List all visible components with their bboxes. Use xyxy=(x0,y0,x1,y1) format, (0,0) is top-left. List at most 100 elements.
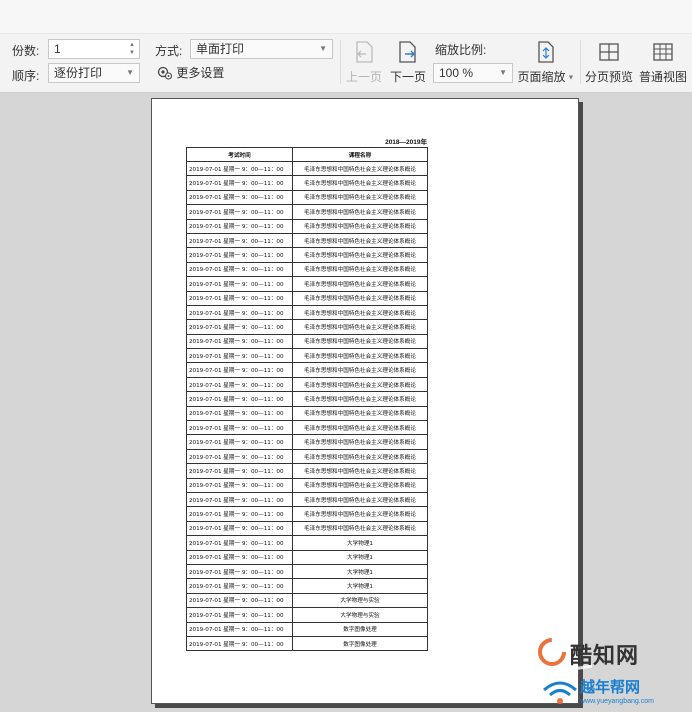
exam-time-cell: 2019-07-01 星期一 9：00—11：00 xyxy=(186,304,293,321)
normal-view-button[interactable]: 普通视图 xyxy=(638,40,688,85)
table-row: 2019-07-01 星期一 9：00—11：00 毛泽东思想和中国特色社会主义理… xyxy=(186,463,428,479)
course-name-cell: 毛泽东思想和中国特色社会主义理论体系概论 xyxy=(292,232,428,249)
mode-value: 单面打印 xyxy=(196,42,245,56)
course-name-cell: 大学物理1 xyxy=(292,578,428,594)
course-name-cell: 毛泽东思想和中国特色社会主义理论体系概论 xyxy=(292,175,428,191)
table-header-row: 考试时间 课程名称 xyxy=(186,147,428,162)
table-row: 2019-07-01 星期一 9：00—11：00 毛泽东思想和中国特色社会主义理… xyxy=(186,362,428,378)
order-value: 逐份打印 xyxy=(54,66,103,80)
title-strip xyxy=(0,0,692,34)
exam-time-cell: 2019-07-01 星期一 9：00—11：00 xyxy=(186,405,293,422)
table-row: 2019-07-01 星期一 9：00—11：00 毛泽东思想和中国特色社会主义理… xyxy=(186,477,428,493)
exam-time-cell: 2019-07-01 星期一 9：00—11：00 xyxy=(186,391,293,407)
exam-time-cell: 2019-07-01 星期一 9：00—11：00 xyxy=(186,204,293,220)
table-row: 2019-07-01 星期一 9：00—11：00 数字图像处理 xyxy=(186,635,428,652)
print-preview-toolbar: 份数: 1 ▲ ▼ 顺序: 逐份打印 ▼ 方式: 单面打印 ▼ 更多设置 上一页 xyxy=(0,0,692,93)
exam-time-cell: 2019-07-01 星期一 9：00—11：00 xyxy=(186,520,293,537)
mode-select[interactable]: 单面打印 ▼ xyxy=(190,39,333,59)
yueyangbang-url-text: www.yueyangbang.com xyxy=(580,698,654,705)
next-page-button[interactable]: 下一页 xyxy=(388,40,428,85)
table-row: 2019-07-01 星期一 9：00—11：00 毛泽东思想和中国特色社会主义理… xyxy=(186,448,428,465)
table-row: 2019-07-01 星期一 9：00—11：00 毛泽东思想和中国特色社会主义理… xyxy=(186,434,428,450)
exam-time-cell: 2019-07-01 星期一 9：00—11：00 xyxy=(186,160,293,177)
exam-time-cell: 2019-07-01 星期一 9：00—11：00 xyxy=(186,621,293,637)
preview-page: 2018—2019年 考试时间 课程名称 2019-07-01 星期一 9：00… xyxy=(151,98,579,704)
exam-time-cell: 2019-07-01 星期一 9：00—11：00 xyxy=(186,319,293,335)
copies-label: 份数: xyxy=(12,44,40,58)
course-name-cell: 毛泽东思想和中国特色社会主义理论体系概论 xyxy=(292,491,428,508)
course-name-cell: 毛泽东思想和中国特色社会主义理论体系概论 xyxy=(292,319,428,335)
table-row: 2019-07-01 星期一 9：00—11：00 毛泽东思想和中国特色社会主义理… xyxy=(186,160,428,177)
prev-page-button[interactable]: 上一页 xyxy=(344,40,384,85)
copies-input[interactable]: 1 ▲ ▼ xyxy=(48,39,140,59)
exam-time-cell: 2019-07-01 星期一 9：00—11：00 xyxy=(186,276,293,292)
exam-time-cell: 2019-07-01 星期一 9：00—11：00 xyxy=(186,218,293,234)
zoom-value: 100 % xyxy=(439,66,474,80)
course-name-cell: 毛泽东思想和中国特色社会主义理论体系概论 xyxy=(292,261,428,278)
table-row: 2019-07-01 星期一 9：00—11：00 毛泽东思想和中国特色社会主义理… xyxy=(186,218,428,234)
table-row: 2019-07-01 星期一 9：00—11：00 毛泽东思想和中国特色社会主义理… xyxy=(186,333,428,350)
course-name-cell: 数字图像处理 xyxy=(292,621,428,637)
copies-value: 1 xyxy=(54,42,61,56)
page-break-preview-label: 分页预览 xyxy=(584,70,633,84)
kuzhi-watermark: 酷知网 xyxy=(532,632,682,672)
order-label: 顺序: xyxy=(12,69,40,83)
table-row: 2019-07-01 星期一 9：00—11：00 毛泽东思想和中国特色社会主义理… xyxy=(186,304,428,321)
course-name-cell: 大学物理与实验 xyxy=(292,607,428,623)
exam-time-cell: 2019-07-01 星期一 9：00—11：00 xyxy=(186,535,293,551)
exam-time-cell: 2019-07-01 星期一 9：00—11：00 xyxy=(186,578,293,594)
kuzhi-brand-text: 酷知网 xyxy=(570,644,640,669)
chevron-down-icon: ▼ xyxy=(126,68,134,77)
page-zoom-button[interactable]: 页面缩放 ▼ xyxy=(516,40,576,85)
course-name-cell: 毛泽东思想和中国特色社会主义理论体系概论 xyxy=(292,204,428,220)
exam-time-cell: 2019-07-01 星期一 9：00—11：00 xyxy=(186,376,293,393)
table-row: 2019-07-01 星期一 9：00—11：00 大学物理1 xyxy=(186,578,428,594)
next-page-label: 下一页 xyxy=(389,70,426,84)
table-row: 2019-07-01 星期一 9：00—11：00 毛泽东思想和中国特色社会主义理… xyxy=(186,261,428,278)
course-name-cell: 毛泽东思想和中国特色社会主义理论体系概论 xyxy=(292,348,428,364)
exam-time-cell: 2019-07-01 星期一 9：00—11：00 xyxy=(186,491,293,508)
table-body: 2019-07-01 星期一 9：00—11：00 毛泽东思想和中国特色社会主义理… xyxy=(186,160,428,652)
page-break-preview-icon xyxy=(599,43,619,61)
exam-time-cell: 2019-07-01 星期一 9：00—11：00 xyxy=(186,477,293,493)
exam-time-cell: 2019-07-01 星期一 9：00—11：00 xyxy=(186,563,293,580)
course-name-cell: 数字图像处理 xyxy=(292,635,428,652)
order-select[interactable]: 逐份打印 ▼ xyxy=(48,63,140,83)
course-name-cell: 毛泽东思想和中国特色社会主义理论体系概论 xyxy=(292,477,428,493)
yueyangbang-brand-text: 越年帮网 xyxy=(580,678,641,696)
page-break-preview-button[interactable]: 分页预览 xyxy=(584,40,634,85)
column-header: 考试时间 xyxy=(186,147,293,162)
exam-time-cell: 2019-07-01 星期一 9：00—11：00 xyxy=(186,635,293,652)
yueyangbang-watermark: 越年帮网 www.yueyangbang.com xyxy=(540,672,692,712)
exam-time-cell: 2019-07-01 星期一 9：00—11：00 xyxy=(186,362,293,378)
table-row: 2019-07-01 星期一 9：00—11：00 毛泽东思想和中国特色社会主义理… xyxy=(186,247,428,263)
table-row: 2019-07-01 星期一 9：00—11：00 大学物理1 xyxy=(186,563,428,580)
next-page-icon xyxy=(399,41,416,63)
course-name-cell: 毛泽东思想和中国特色社会主义理论体系概论 xyxy=(292,160,428,177)
course-name-cell: 毛泽东思想和中国特色社会主义理论体系概论 xyxy=(292,520,428,537)
more-settings-label: 更多设置 xyxy=(176,66,225,80)
table-row: 2019-07-01 星期一 9：00—11：00 毛泽东思想和中国特色社会主义理… xyxy=(186,391,428,407)
course-name-cell: 大学物理1 xyxy=(292,563,428,580)
chevron-down-icon: ▼ xyxy=(565,74,575,82)
toolbar-divider xyxy=(580,40,581,84)
chevron-down-icon: ▼ xyxy=(319,44,327,53)
zoom-select[interactable]: 100 % ▼ xyxy=(433,63,513,83)
spin-down-icon[interactable]: ▼ xyxy=(128,49,136,57)
exam-time-cell: 2019-07-01 星期一 9：00—11：00 xyxy=(186,506,293,522)
course-name-cell: 毛泽东思想和中国特色社会主义理论体系概论 xyxy=(292,376,428,393)
course-name-cell: 大学物理与实验 xyxy=(292,592,428,609)
exam-time-cell: 2019-07-01 星期一 9：00—11：00 xyxy=(186,290,293,306)
exam-time-cell: 2019-07-01 星期一 9：00—11：00 xyxy=(186,333,293,350)
table-row: 2019-07-01 星期一 9：00—11：00 毛泽东思想和中国特色社会主义理… xyxy=(186,506,428,522)
more-settings-link[interactable]: 更多设置 xyxy=(157,64,224,81)
spin-up-icon[interactable]: ▲ xyxy=(128,41,136,49)
chevron-down-icon: ▼ xyxy=(499,68,507,77)
normal-view-icon xyxy=(653,43,673,61)
course-name-cell: 毛泽东思想和中国特色社会主义理论体系概论 xyxy=(292,506,428,522)
course-name-cell: 毛泽东思想和中国特色社会主义理论体系概论 xyxy=(292,333,428,350)
course-name-cell: 大学物理1 xyxy=(292,549,428,565)
table-row: 2019-07-01 星期一 9：00—11：00 毛泽东思想和中国特色社会主义理… xyxy=(186,232,428,249)
table-row: 2019-07-01 星期一 9：00—11：00 毛泽东思想和中国特色社会主义理… xyxy=(186,520,428,537)
course-name-cell: 毛泽东思想和中国特色社会主义理论体系概论 xyxy=(292,189,428,206)
